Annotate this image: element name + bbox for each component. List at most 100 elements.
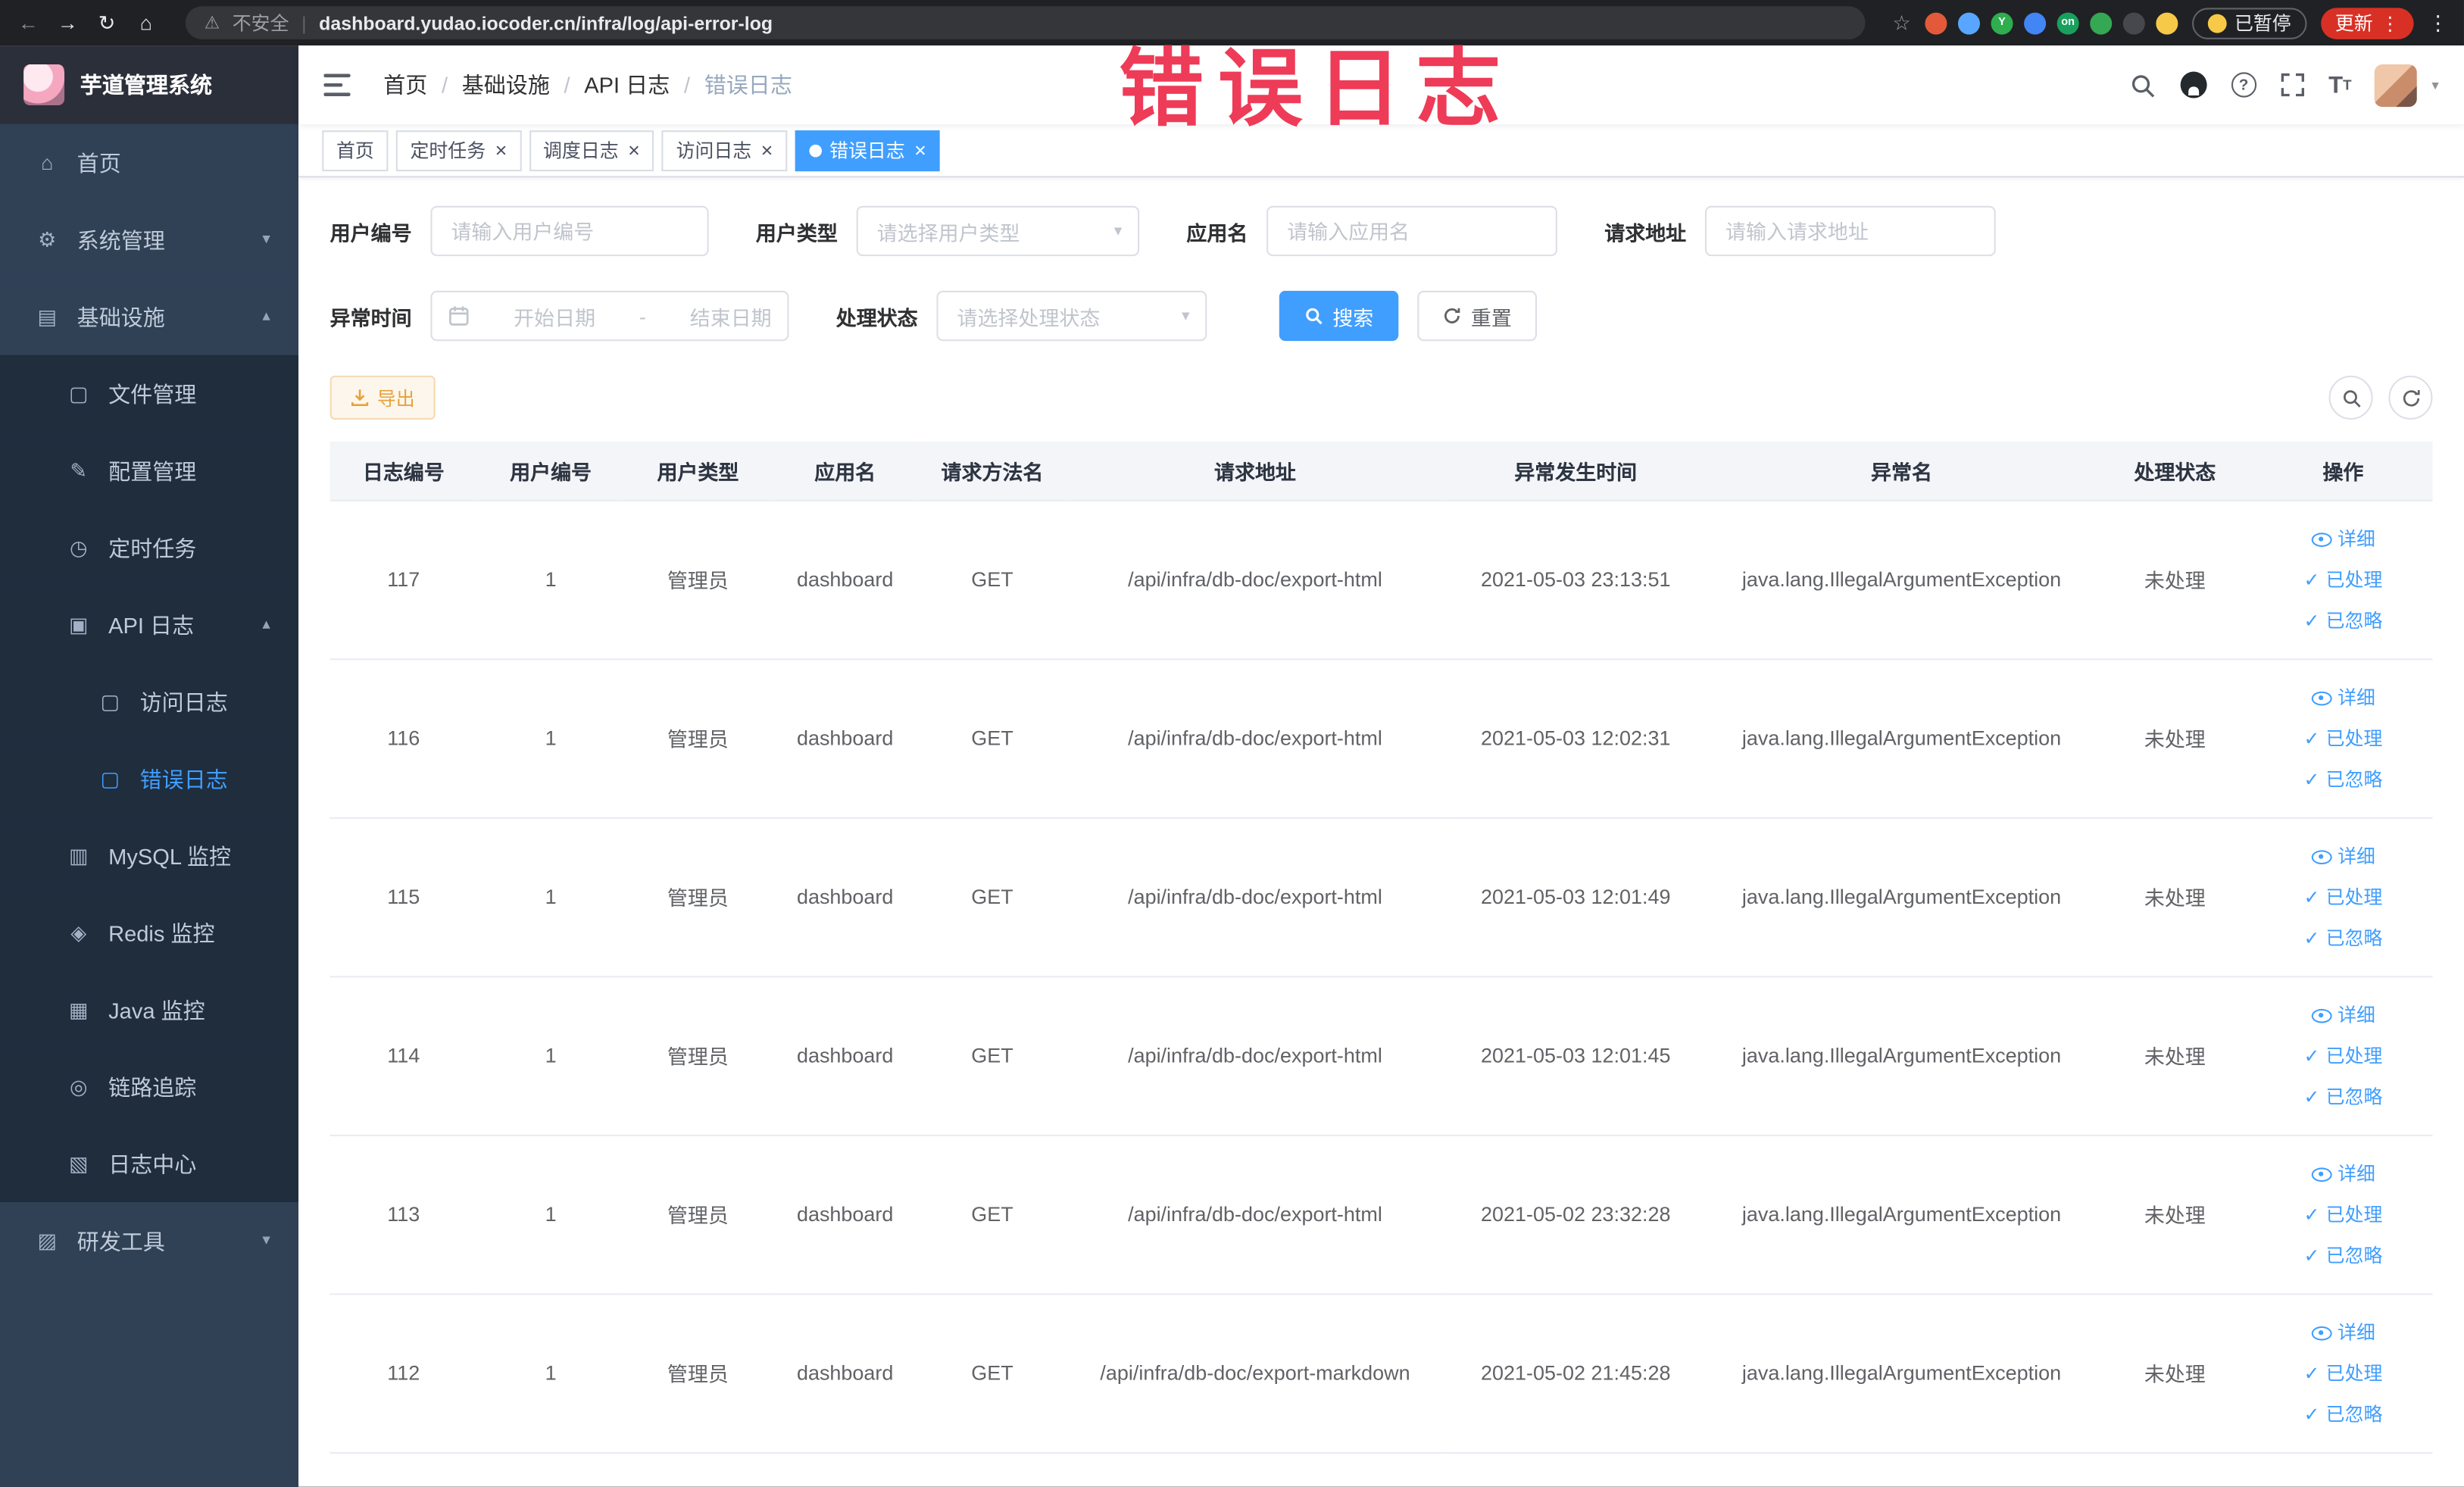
- mark-ignored-link[interactable]: ✓ 已忽略: [2262, 917, 2425, 958]
- view-tab[interactable]: 调度日志 ×: [529, 130, 654, 171]
- toggle-search-button[interactable]: [2328, 375, 2373, 420]
- cell-user-type: 管理员: [624, 1293, 772, 1453]
- eye-icon: [2310, 849, 2331, 864]
- extension-green-y-icon[interactable]: Y: [1991, 11, 2013, 34]
- github-icon[interactable]: [2179, 70, 2207, 98]
- avatar[interactable]: [2375, 64, 2418, 107]
- request-url-input[interactable]: [1705, 205, 1996, 257]
- sidebar-item[interactable]: ▢ 错误日志: [0, 740, 299, 817]
- extension-red-icon[interactable]: [1925, 11, 1947, 34]
- breadcrumb-item[interactable]: 基础设施: [462, 69, 550, 100]
- sidebar-item[interactable]: ▢ 访问日志: [0, 663, 299, 741]
- sidebar-item[interactable]: ◷ 定时任务: [0, 509, 299, 586]
- detail-link[interactable]: 详细: [2262, 518, 2425, 559]
- exception-time-range-picker[interactable]: 开始日期 - 结束日期: [430, 290, 789, 342]
- font-size-icon[interactable]: TT: [2328, 73, 2351, 96]
- sidebar: 芋道管理系统 ⌂ 首页 ⚙ 系统管理 ▾ ▤ 基础设施 ▴ ▢ 文件管理 ✎ 配置管理 ◷ 定时任务 ▣ AP…: [0, 45, 299, 1487]
- extension-blue-icon[interactable]: [1957, 11, 1980, 34]
- mark-ignored-link[interactable]: ✓ 已忽略: [2262, 1235, 2425, 1276]
- cell-method: GET: [918, 1293, 1066, 1453]
- table-row: 112 1 管理员 dashboard GET /api/infra/db-do…: [329, 1293, 2433, 1453]
- tab-label: 定时任务: [410, 139, 486, 162]
- cell-actions: 详细 ✓ 已处理 ✓ 已忽略: [2253, 1134, 2433, 1295]
- table-row: 116 1 管理员 dashboard GET /api/infra/db-do…: [329, 658, 2433, 818]
- extension-puzzle-icon[interactable]: [2122, 11, 2145, 34]
- sidebar-item[interactable]: ▤ 基础设施 ▴: [0, 278, 299, 355]
- sidebar-item[interactable]: ⚙ 系统管理 ▾: [0, 201, 299, 279]
- address-bar[interactable]: ⚠ 不安全 | dashboard.yudao.iocoder.cn/infra…: [185, 6, 1866, 39]
- timer-icon: ◷: [69, 535, 88, 559]
- bookmark-star-icon[interactable]: ☆: [1892, 10, 1910, 35]
- user-type-select[interactable]: 请选择用户类型 ▾: [856, 205, 1140, 257]
- mark-processed-link[interactable]: ✓ 已处理: [2262, 717, 2425, 758]
- extension-grid-blue-icon[interactable]: [2024, 11, 2047, 34]
- check-icon: ✓: [2303, 1085, 2320, 1107]
- fullscreen-icon[interactable]: [2280, 72, 2305, 97]
- browser-menu-icon[interactable]: ⋮: [2428, 10, 2448, 35]
- sidebar-item[interactable]: ▧ 日志中心: [0, 1125, 299, 1203]
- table-row: 114 1 管理员 dashboard GET /api/infra/db-do…: [329, 976, 2433, 1136]
- search-icon[interactable]: [2129, 71, 2156, 98]
- process-status-select[interactable]: 请选择处理状态 ▾: [936, 290, 1207, 342]
- sidebar-item[interactable]: ⌂ 首页: [0, 123, 299, 201]
- check-icon: ✓: [2303, 726, 2320, 749]
- close-icon[interactable]: ×: [761, 140, 773, 161]
- hamburger-icon[interactable]: [323, 69, 354, 100]
- sidebar-item[interactable]: ✎ 配置管理: [0, 432, 299, 510]
- close-icon[interactable]: ×: [628, 140, 640, 161]
- mark-processed-link[interactable]: ✓ 已处理: [2262, 1194, 2425, 1235]
- detail-link[interactable]: 详细: [2262, 676, 2425, 717]
- extension-leaf-icon[interactable]: [2090, 11, 2113, 34]
- view-tab[interactable]: 错误日志 ×: [795, 130, 941, 171]
- logo-link[interactable]: 芋道管理系统: [0, 45, 299, 124]
- detail-link[interactable]: 详细: [2262, 836, 2425, 876]
- cell-user-id: 1: [476, 658, 625, 818]
- reload-icon[interactable]: ↻: [94, 10, 119, 35]
- mark-processed-link[interactable]: ✓ 已处理: [2262, 876, 2425, 917]
- mark-processed-link[interactable]: ✓ 已处理: [2262, 559, 2425, 600]
- sidebar-item[interactable]: ▣ API 日志 ▴: [0, 586, 299, 664]
- sidebar-item-label: 系统管理: [77, 226, 165, 252]
- paused-chip[interactable]: 已暂停: [2192, 7, 2307, 39]
- help-icon[interactable]: ?: [2231, 72, 2256, 98]
- chevron-down-icon[interactable]: ▾: [2431, 77, 2438, 94]
- column-header: 处理状态: [2096, 441, 2254, 501]
- sidebar-item-label: 链路追踪: [108, 1073, 197, 1100]
- refresh-button[interactable]: [2388, 375, 2433, 420]
- detail-link[interactable]: 详细: [2262, 994, 2425, 1035]
- reset-button[interactable]: 重置: [1417, 290, 1538, 342]
- search-button[interactable]: 搜索: [1279, 290, 1399, 342]
- sidebar-item[interactable]: ▦ Java 监控: [0, 971, 299, 1048]
- sidebar-item[interactable]: ▥ MySQL 监控: [0, 817, 299, 895]
- forward-icon[interactable]: →: [55, 11, 80, 35]
- chevron-down-icon: ▾: [1182, 307, 1190, 325]
- mark-ignored-link[interactable]: ✓ 已忽略: [2262, 758, 2425, 799]
- sidebar-item[interactable]: ▨ 研发工具 ▾: [0, 1202, 299, 1279]
- close-icon[interactable]: ×: [495, 140, 507, 161]
- export-button[interactable]: 导出: [329, 375, 436, 420]
- detail-link[interactable]: 详细: [2262, 1153, 2425, 1194]
- home-icon[interactable]: ⌂: [133, 11, 158, 35]
- view-tab[interactable]: 访问日志 ×: [661, 130, 788, 171]
- sidebar-item[interactable]: ▢ 文件管理: [0, 355, 299, 433]
- view-tab[interactable]: 定时任务 ×: [395, 130, 521, 171]
- extension-on-badge-icon[interactable]: on: [2056, 11, 2079, 34]
- profile-emoji-icon[interactable]: [2156, 11, 2178, 34]
- update-chip[interactable]: 更新 ⋮: [2321, 7, 2414, 39]
- back-icon[interactable]: ←: [16, 11, 41, 35]
- close-icon[interactable]: ×: [914, 140, 926, 161]
- breadcrumb-item[interactable]: 首页: [383, 69, 427, 100]
- mark-processed-link[interactable]: ✓ 已处理: [2262, 1035, 2425, 1076]
- app-name-input[interactable]: [1266, 205, 1558, 257]
- mark-ignored-link[interactable]: ✓ 已忽略: [2262, 1076, 2425, 1117]
- mark-ignored-link[interactable]: ✓ 已忽略: [2262, 599, 2425, 640]
- user-id-input[interactable]: [430, 205, 709, 257]
- mark-ignored-link[interactable]: ✓ 已忽略: [2262, 1393, 2425, 1434]
- sidebar-item[interactable]: ◎ 链路追踪: [0, 1048, 299, 1126]
- breadcrumb-item[interactable]: API 日志: [584, 69, 670, 100]
- cell-request-url: /api/infra/db-doc/export-html: [1066, 499, 1444, 660]
- sidebar-item[interactable]: ◈ Redis 监控: [0, 894, 299, 972]
- view-tab[interactable]: 首页: [322, 130, 389, 171]
- mark-processed-link[interactable]: ✓ 已处理: [2262, 1352, 2425, 1393]
- detail-link[interactable]: 详细: [2262, 1311, 2425, 1352]
